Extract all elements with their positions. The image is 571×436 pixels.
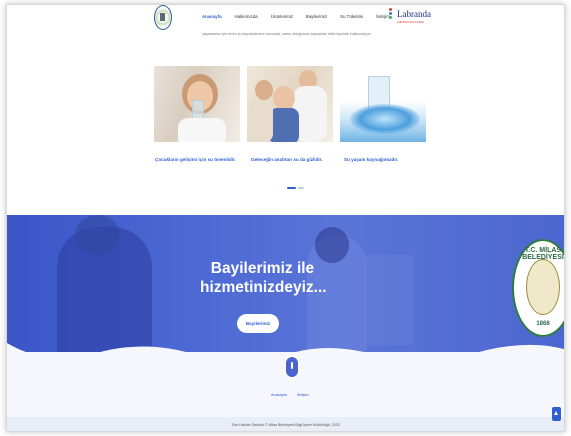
banner-bg-person-head <box>75 215 120 255</box>
footer-links: Anasayfa İletişim <box>271 393 309 397</box>
carousel-dot-active[interactable] <box>287 187 296 189</box>
copyright-bar: Tüm Hakları Saklıdır © Milas Belediyesi … <box>7 417 564 431</box>
milas-municipality-seal: T.C. MİLAS BELEDİYESİ 1868 <box>512 239 564 337</box>
footer-link-anasayfa[interactable]: Anasayfa <box>271 393 287 397</box>
card-caption[interactable]: Geleceğin anahtarı su da gizlidir. <box>251 157 322 162</box>
municipality-logo[interactable] <box>154 5 172 30</box>
labranda-logo[interactable]: Labranda LABORATUVAR & ARGE <box>387 8 435 30</box>
nav-item-bayilerimiz[interactable]: Bayilerimiz <box>306 14 327 19</box>
dealers-button[interactable]: Bayilerimiz <box>237 314 279 333</box>
back-to-top-button[interactable] <box>552 407 561 421</box>
scroll-down-button[interactable] <box>284 355 300 379</box>
card-caption[interactable]: Çocukların gelişimi için su önemlidir. <box>155 157 236 162</box>
labranda-wordmark: Labranda <box>397 9 431 19</box>
card-image-family <box>247 66 333 142</box>
banner-title: Bayilerimiz ile hizmetinizdeyiz... <box>200 260 327 296</box>
banner-bg-kitchen <box>364 255 414 345</box>
labranda-mark-icon <box>387 8 395 26</box>
footer-link-iletisim[interactable]: İletişim <box>297 393 309 397</box>
card-image-child-drinking <box>154 66 240 142</box>
nav-item-su-tuketimi[interactable]: Su Tüketimi <box>340 14 363 19</box>
card-caption[interactable]: Su yaşam kaynağımızdır. <box>344 157 398 162</box>
labranda-tagline: LABORATUVAR & ARGE <box>397 21 425 24</box>
banner-bg-woman-head <box>315 227 349 263</box>
seal-emblem-icon <box>526 259 560 315</box>
seal-year: 1868 <box>536 321 550 327</box>
intro-text: yaşamamız için temiz su kaynaklarımızı k… <box>202 32 372 36</box>
main-nav: Anasayfa Hakkımızda Ürünlerimiz Bayileri… <box>202 14 390 19</box>
carousel-dots <box>287 187 304 189</box>
card-image-water-splash <box>340 66 426 142</box>
browser-page: Anasayfa Hakkımızda Ürünlerimiz Bayileri… <box>6 4 565 432</box>
carousel-dot[interactable] <box>298 187 304 189</box>
nav-item-urunlerimiz[interactable]: Ürünlerimiz <box>271 14 293 19</box>
nav-item-hakkimizda[interactable]: Hakkımızda <box>235 14 258 19</box>
nav-item-anasayfa[interactable]: Anasayfa <box>202 14 222 19</box>
